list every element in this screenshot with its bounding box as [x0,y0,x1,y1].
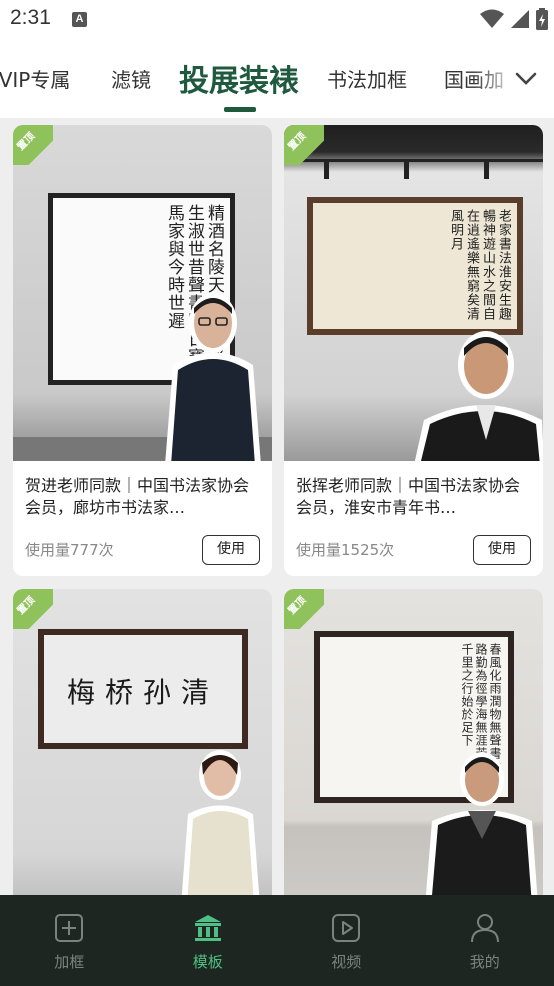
video-play-icon [332,914,361,942]
tab-exhibition-mounting[interactable]: 投展装裱 [179,56,299,100]
pinned-badge: 置顶 [13,125,53,165]
notification-icon: A [72,12,87,27]
use-button[interactable]: 使用 [202,535,260,565]
add-frame-icon [55,914,84,942]
template-preview-image: 春風化雨潤物無聲書山有路勤為徑學海無涯苦作舟千里之行始於足下 置顶 [284,589,543,895]
artist-photo [181,750,260,895]
nav-label: 视频 [331,953,362,971]
bottom-nav: 加框 模板 视频 我的 [0,895,554,986]
status-icons [480,8,548,30]
template-preview-image: 老家書法淮安生趣暢神遊山水之間自在逍遙樂無窮矣清風明月 置顶 [284,125,543,461]
nav-label: 我的 [469,953,500,971]
template-card[interactable]: 精酒名陵天書中與峰生淑世昔聲書問日寶馬家與今時世遲 置顶 贺进老师同款｜中国书法… [13,125,272,576]
nav-label: 加框 [54,953,85,971]
wifi-icon [480,9,504,28]
template-preview-image: 梅桥孙清 置顶 [13,589,272,895]
chevron-down-icon[interactable] [514,66,538,90]
profile-icon [470,914,499,943]
template-title: 张挥老师同款｜中国书法家协会会员，淮安市青年书… [296,476,521,517]
usage-count: 使用量1525次 [296,541,395,559]
active-tab-indicator [224,107,256,112]
status-time: 2:31 [10,6,51,29]
pinned-badge: 置顶 [284,589,324,629]
template-preview-image: 精酒名陵天書中與峰生淑世昔聲書問日寶馬家與今時世遲 置顶 [13,125,272,461]
template-card[interactable]: 老家書法淮安生趣暢神遊山水之間自在逍遙樂無窮矣清風明月 置顶 张挥老师同款｜中国… [284,125,543,576]
nav-add-frame[interactable]: 加框 [0,895,139,986]
template-icon [194,915,221,941]
pinned-badge: 置顶 [284,125,324,165]
tab-calligraphy-frame[interactable]: 书法加框 [327,64,407,93]
nav-profile[interactable]: 我的 [416,895,554,986]
template-card[interactable]: 春風化雨潤物無聲書山有路勤為徑學海無涯苦作舟千里之行始於足下 置顶 [284,589,543,895]
pinned-badge: 置顶 [13,589,53,629]
battery-icon [536,8,548,30]
usage-count: 使用量777次 [25,541,114,559]
template-card[interactable]: 梅桥孙清 置顶 [13,589,272,895]
template-title: 贺进老师同款｜中国书法家协会会员，廊坊市书法家… [25,476,250,517]
signal-icon [511,10,529,28]
nav-label: 模板 [192,953,223,971]
category-tab-bar: SVIP专属 滤镜 投展装裱 书法加框 国画加 [0,40,554,118]
status-bar: 2:31 A [0,0,554,40]
artist-photo [165,293,261,461]
use-button[interactable]: 使用 [473,535,531,565]
tab-svip[interactable]: SVIP专属 [0,64,70,93]
tab-filter[interactable]: 滤镜 [111,64,151,93]
nav-video[interactable]: 视频 [277,895,416,986]
template-grid: 精酒名陵天書中與峰生淑世昔聲書問日寶馬家與今時世遲 置顶 贺进老师同款｜中国书法… [0,118,554,895]
nav-template[interactable]: 模板 [139,895,278,986]
artist-photo [414,331,543,461]
artist-photo [425,752,538,895]
